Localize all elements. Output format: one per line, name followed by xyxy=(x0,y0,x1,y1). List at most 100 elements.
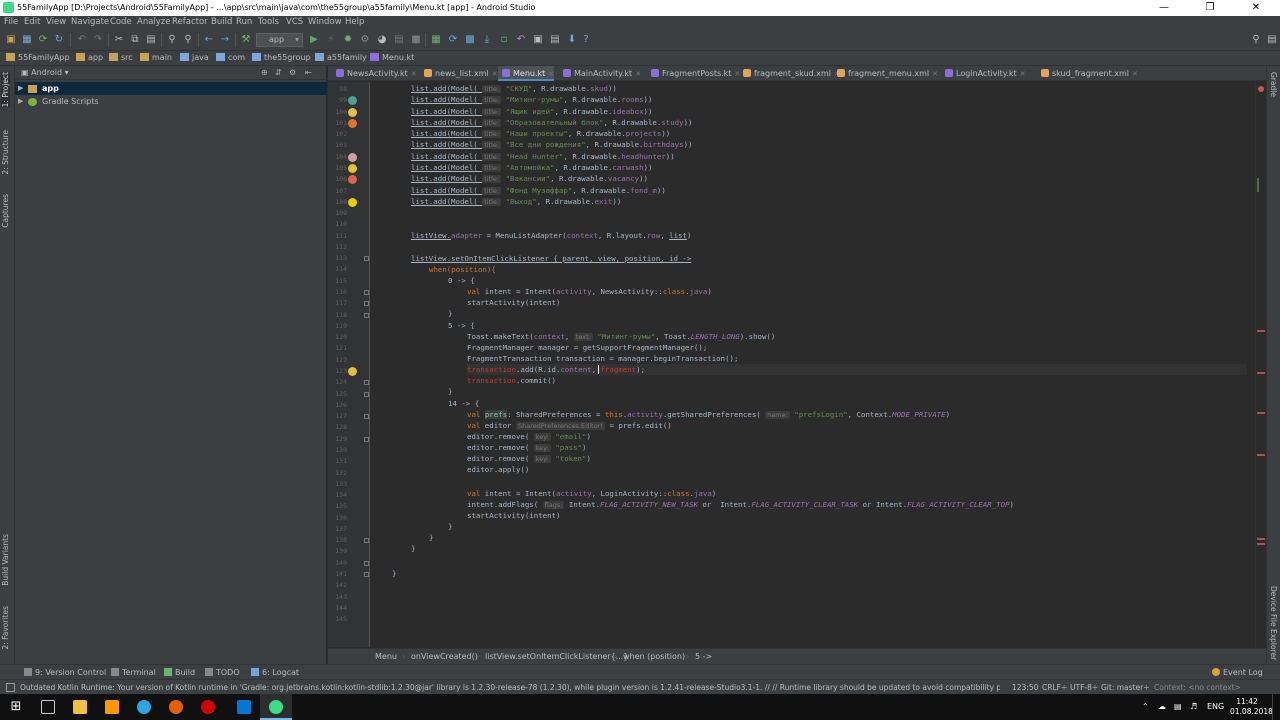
sync-gradle-icon[interactable]: ⟳ xyxy=(447,34,459,46)
revert-icon[interactable]: ↶ xyxy=(515,34,527,46)
redo-icon[interactable]: ↷ xyxy=(92,34,104,46)
tool-event-log[interactable]: Event Log xyxy=(1212,668,1263,677)
paste-icon[interactable]: ▤ xyxy=(145,34,157,46)
structure-icon[interactable]: ▤ xyxy=(549,34,561,46)
run-icon[interactable]: ▶ xyxy=(308,34,320,46)
taskbar-explorer[interactable] xyxy=(64,694,96,720)
git-branch[interactable]: Git: master÷ xyxy=(1101,683,1149,692)
run-configuration-select[interactable]: app ▾ xyxy=(256,33,303,47)
input-language[interactable]: ENG xyxy=(1207,702,1224,711)
fold-marker-icon[interactable] xyxy=(364,572,369,578)
drawable-vacancy-icon[interactable] xyxy=(348,175,357,185)
volume-icon[interactable]: ♬ xyxy=(1190,702,1197,711)
open-icon[interactable]: ▣ xyxy=(5,34,17,46)
tab-mainactivity-kt[interactable]: MainActivity.kt ✕ xyxy=(559,66,641,81)
menu-view[interactable]: View xyxy=(46,17,66,27)
device-monitor-icon[interactable]: ▣ xyxy=(532,34,544,46)
menu-run[interactable]: Run xyxy=(236,17,252,27)
nav-crumb-a55family[interactable]: a55family xyxy=(315,53,367,62)
tree-item-gradle-scripts[interactable]: ▶ Gradle Scripts xyxy=(15,95,327,108)
tab-news-list-xml[interactable]: news_list.xml ✕ xyxy=(420,66,498,81)
profile-icon[interactable]: ◕ xyxy=(376,34,388,46)
close-icon[interactable]: ✕ xyxy=(548,70,554,78)
taskbar-opera[interactable] xyxy=(192,694,224,720)
apply-changes-icon[interactable]: ⚡ xyxy=(325,34,337,46)
breadcrumb-item[interactable]: listView.setOnItemClickListener{...} xyxy=(485,652,628,661)
tab-menu-kt[interactable]: Menu.kt ✕ xyxy=(498,66,555,81)
copy-icon[interactable]: ⧉ xyxy=(129,34,141,46)
tree-item-app[interactable]: ▶ app xyxy=(15,82,327,95)
layout-inspector-icon[interactable]: ▫ xyxy=(498,34,510,46)
save-icon[interactable]: ▦ xyxy=(21,34,33,46)
drawable-study-icon[interactable] xyxy=(348,118,357,128)
refresh-icon[interactable]: ↻ xyxy=(53,34,65,46)
maximize-button[interactable]: ❐ xyxy=(1187,0,1233,16)
help-icon[interactable]: ? xyxy=(580,34,592,46)
stop-icon[interactable]: ■ xyxy=(410,34,422,46)
tab-loginactivity-kt[interactable]: LoginActivity.kt ✕ xyxy=(941,66,1026,81)
breadcrumb-item[interactable]: when (position) xyxy=(623,652,685,661)
forward-icon[interactable]: → xyxy=(219,34,231,46)
tool-version-control[interactable]: 9: Version Control xyxy=(24,668,106,677)
breadcrumb-item[interactable]: onViewCreated() xyxy=(411,652,478,661)
tab-build-variants[interactable]: Build Variants xyxy=(1,534,10,586)
tool-build[interactable]: Build xyxy=(164,668,195,677)
close-icon[interactable]: ✕ xyxy=(492,70,498,78)
drawable-rooms-icon[interactable] xyxy=(348,96,357,106)
taskbar-vscode[interactable] xyxy=(228,694,260,720)
close-icon[interactable]: ✕ xyxy=(1020,70,1026,78)
taskbar-clock[interactable]: 11:42 01.08.2018 xyxy=(1230,697,1273,717)
back-icon[interactable]: ← xyxy=(203,34,215,46)
error-stripe[interactable] xyxy=(1257,330,1265,332)
attach-debugger-icon[interactable]: ⚙ xyxy=(359,34,371,46)
fold-marker-icon[interactable] xyxy=(364,560,369,566)
error-stripe[interactable] xyxy=(1257,372,1265,374)
settings-icon[interactable]: ⚙ xyxy=(289,68,296,77)
tab-fragment-menu-xml[interactable]: fragment_menu.xml ✕ xyxy=(833,66,938,81)
fold-marker-icon[interactable] xyxy=(364,380,369,386)
fold-marker-icon[interactable] xyxy=(364,414,369,420)
task-view-button[interactable] xyxy=(32,694,64,720)
replace-icon[interactable]: ⚲ xyxy=(182,34,194,46)
caret-position[interactable]: 123:50 xyxy=(1012,683,1038,692)
status-toggle-icon[interactable] xyxy=(6,683,15,692)
taskbar-firefox[interactable] xyxy=(160,694,192,720)
sdk-manager-icon[interactable]: ⤓ xyxy=(481,34,493,46)
fold-marker-icon[interactable] xyxy=(364,256,369,262)
close-icon[interactable]: ✕ xyxy=(635,70,641,78)
tab-structure[interactable]: 2: Structure xyxy=(1,130,10,175)
tab-newsactivity-kt[interactable]: NewsActivity.kt ✕ xyxy=(332,66,417,81)
tab-device-file-explorer[interactable]: Device File Explorer xyxy=(1269,586,1278,660)
expand-icon[interactable]: ▶ xyxy=(18,82,23,95)
menu-analyze[interactable]: Analyze xyxy=(137,17,171,27)
project-view-select[interactable]: ▣ Android ▾ xyxy=(21,68,69,77)
tab-fragmentposts-kt[interactable]: FragmentPosts.kt ✕ xyxy=(647,66,740,81)
editor-scrollbar[interactable] xyxy=(1255,82,1266,647)
show-desktop-button[interactable] xyxy=(1272,694,1280,720)
nav-crumb-project[interactable]: 55FamilyApp xyxy=(6,53,70,62)
nav-crumb-main[interactable]: main xyxy=(140,53,172,62)
tool-terminal[interactable]: Terminal xyxy=(111,668,156,677)
project-structure-icon[interactable]: ▦ xyxy=(430,34,442,46)
event-log-toolbar-icon[interactable]: ▤ xyxy=(1266,34,1278,46)
cloud-icon[interactable]: ☁ xyxy=(1158,702,1166,711)
cut-icon[interactable]: ✂ xyxy=(113,34,125,46)
coverage-icon[interactable]: ▤ xyxy=(393,34,405,46)
network-icon[interactable]: ▤ xyxy=(1174,702,1182,711)
find-icon[interactable]: ⚲ xyxy=(166,34,178,46)
menu-code[interactable]: Code xyxy=(110,17,132,27)
drawable-exit-icon[interactable] xyxy=(348,197,357,207)
tab-skud-fragment-xml[interactable]: skud_fragment.xml ✕ xyxy=(1037,66,1138,81)
error-stripe[interactable] xyxy=(1257,412,1265,414)
code-editor[interactable]: list.add(Model( title: "СКУД", R.drawabl… xyxy=(371,82,1255,647)
menu-refactor[interactable]: Refactor xyxy=(172,17,208,27)
tab-project[interactable]: 1: Project xyxy=(1,72,10,108)
download-icon[interactable]: ⬇ xyxy=(566,34,578,46)
file-encoding[interactable]: UTF-8÷ xyxy=(1070,683,1098,692)
scroll-thumb[interactable] xyxy=(1257,178,1259,192)
tab-captures[interactable]: Captures xyxy=(1,194,10,228)
error-stripe[interactable] xyxy=(1257,454,1265,456)
nav-crumb-the55group[interactable]: the55group xyxy=(252,53,311,62)
close-icon[interactable]: ✕ xyxy=(1132,70,1138,78)
breadcrumb-item[interactable]: Menu xyxy=(375,652,397,661)
